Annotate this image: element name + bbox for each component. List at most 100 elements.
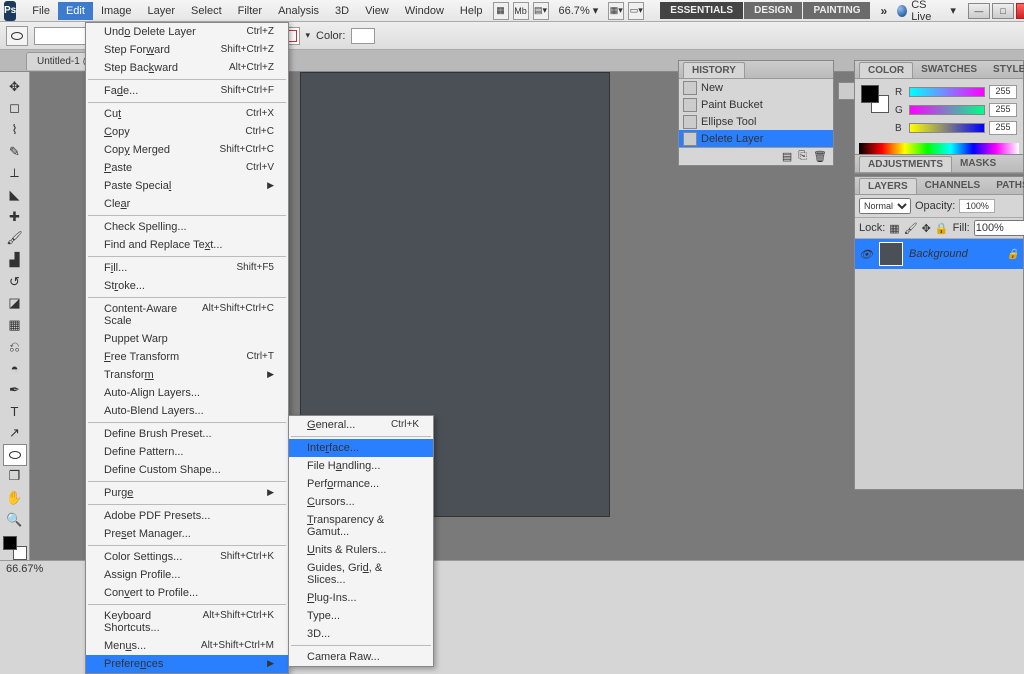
- submenu-item[interactable]: Units & Rulers...: [289, 541, 433, 559]
- zoom-level[interactable]: 66.7% ▾: [553, 4, 605, 17]
- menu-item[interactable]: Color Settings...Shift+Ctrl+K: [86, 548, 288, 566]
- tool-3d[interactable]: ❐: [3, 466, 27, 488]
- menu-file[interactable]: File: [24, 2, 58, 20]
- tab-history[interactable]: HISTORY: [683, 62, 745, 78]
- menu-layer[interactable]: Layer: [140, 2, 184, 20]
- history-item[interactable]: Paint Bucket: [679, 96, 833, 113]
- tool-stamp[interactable]: ▟: [3, 249, 27, 271]
- layer-row[interactable]: 👁 Background 🔒: [855, 239, 1023, 269]
- tab-styles[interactable]: STYLES: [985, 62, 1024, 77]
- channel-value[interactable]: 255: [989, 121, 1017, 135]
- menu-analysis[interactable]: Analysis: [270, 2, 327, 20]
- menu-window[interactable]: Window: [397, 2, 452, 20]
- menu-item[interactable]: Preset Manager...: [86, 525, 288, 543]
- tool-blur[interactable]: ⎌: [3, 336, 27, 358]
- submenu-item[interactable]: General...Ctrl+K: [289, 416, 433, 434]
- submenu-item[interactable]: Guides, Grid, & Slices...: [289, 559, 433, 589]
- menu-image[interactable]: Image: [93, 2, 140, 20]
- menu-item[interactable]: Undo Delete LayerCtrl+Z: [86, 23, 288, 41]
- submenu-item[interactable]: Cursors...: [289, 493, 433, 511]
- tool-brush[interactable]: 🖌: [3, 227, 27, 249]
- menu-item[interactable]: PasteCtrl+V: [86, 159, 288, 177]
- tool-eraser[interactable]: ◪: [3, 292, 27, 314]
- menu-item[interactable]: Keyboard Shortcuts...Alt+Shift+Ctrl+K: [86, 607, 288, 637]
- brush-preset-picker[interactable]: [34, 27, 90, 45]
- menu-item[interactable]: Paste Special▶: [86, 177, 288, 195]
- submenu-item[interactable]: Type...: [289, 607, 433, 625]
- channel-value[interactable]: 255: [989, 85, 1017, 99]
- menu-item[interactable]: Convert to Profile...: [86, 584, 288, 602]
- tool-zoom[interactable]: 🔍: [3, 509, 27, 531]
- color-swatch[interactable]: [351, 28, 375, 44]
- status-zoom[interactable]: 66.67%: [6, 563, 43, 575]
- history-item[interactable]: New: [679, 79, 833, 96]
- workspace-tab-design[interactable]: DESIGN: [744, 2, 802, 19]
- history-delete-icon[interactable]: 🗑: [813, 150, 827, 163]
- submenu-item[interactable]: 3D...: [289, 625, 433, 643]
- tool-history-brush[interactable]: ↺: [3, 271, 27, 293]
- menu-view[interactable]: View: [357, 2, 397, 20]
- menu-item[interactable]: Step BackwardAlt+Ctrl+Z: [86, 59, 288, 77]
- tool-type[interactable]: T: [3, 401, 27, 423]
- lock-transparency-icon[interactable]: ▦: [889, 222, 899, 235]
- tool-move[interactable]: ✥: [3, 76, 27, 98]
- lock-position-icon[interactable]: ✥: [922, 222, 931, 235]
- menu-item[interactable]: Assign Profile...: [86, 566, 288, 584]
- tool-path[interactable]: ↗: [3, 422, 27, 444]
- lock-pixels-icon[interactable]: 🖌: [904, 222, 918, 235]
- tab-adjustments[interactable]: ADJUSTMENTS: [859, 156, 952, 172]
- history-item[interactable]: Delete Layer: [679, 130, 833, 147]
- tool-hand[interactable]: ✋: [3, 487, 27, 509]
- visibility-icon[interactable]: 👁: [859, 247, 873, 261]
- workspace-tab-painting[interactable]: PAINTING: [803, 2, 870, 19]
- tab-swatches[interactable]: SWATCHES: [913, 62, 985, 77]
- menu-item[interactable]: Menus...Alt+Shift+Ctrl+M: [86, 637, 288, 655]
- tab-layers[interactable]: LAYERS: [859, 178, 917, 194]
- maximize-button[interactable]: □: [992, 3, 1014, 19]
- menu-edit[interactable]: Edit: [58, 2, 93, 20]
- menu-item[interactable]: Adobe PDF Presets...: [86, 507, 288, 525]
- menu-item[interactable]: Define Pattern...: [86, 443, 288, 461]
- tab-masks[interactable]: MASKS: [952, 156, 1004, 171]
- tool-eyedropper[interactable]: ◣: [3, 184, 27, 206]
- launch-bridge-icon[interactable]: ▦: [493, 2, 509, 20]
- menu-filter[interactable]: Filter: [230, 2, 270, 20]
- tab-paths[interactable]: PATHS: [988, 178, 1024, 193]
- menu-help[interactable]: Help: [452, 2, 491, 20]
- submenu-item[interactable]: File Handling...: [289, 457, 433, 475]
- tool-dodge[interactable]: ◓: [3, 357, 27, 379]
- tool-crop[interactable]: ⟂: [3, 163, 27, 185]
- submenu-item[interactable]: Camera Raw...: [289, 648, 433, 666]
- cslive-button[interactable]: CS Live ▾: [897, 0, 956, 23]
- tool-quick-select[interactable]: ✎: [3, 141, 27, 163]
- channel-slider-g[interactable]: [909, 105, 985, 115]
- history-snapshot-icon[interactable]: ▤: [782, 150, 792, 163]
- screen-mode-icon[interactable]: ▭▾: [628, 2, 644, 20]
- history-item[interactable]: Ellipse Tool: [679, 113, 833, 130]
- fill-input[interactable]: [974, 220, 1024, 236]
- opacity-input[interactable]: [959, 199, 995, 213]
- lock-all-icon[interactable]: 🔒: [935, 222, 949, 235]
- menu-select[interactable]: Select: [183, 2, 230, 20]
- tool-gradient[interactable]: ▦: [3, 314, 27, 336]
- current-tool-preset[interactable]: [6, 26, 28, 46]
- submenu-item[interactable]: Interface...: [289, 439, 433, 457]
- launch-minibridge-icon[interactable]: Mb: [513, 2, 529, 20]
- tool-pen[interactable]: ✒: [3, 379, 27, 401]
- history-new-icon[interactable]: ⎘: [798, 150, 807, 163]
- submenu-item[interactable]: Transparency & Gamut...: [289, 511, 433, 541]
- channel-slider-b[interactable]: [909, 123, 985, 133]
- foreground-background-colors[interactable]: [3, 536, 27, 560]
- channel-slider-r[interactable]: [909, 87, 985, 97]
- menu-item[interactable]: Preferences▶: [86, 655, 288, 673]
- channel-value[interactable]: 255: [989, 103, 1017, 117]
- menu-item[interactable]: Purge▶: [86, 484, 288, 502]
- tool-lasso[interactable]: ⌇: [3, 119, 27, 141]
- tool-healing[interactable]: ✚: [3, 206, 27, 228]
- close-button[interactable]: ✕: [1016, 3, 1024, 19]
- more-workspaces-icon[interactable]: »: [874, 4, 893, 18]
- submenu-item[interactable]: Plug-Ins...: [289, 589, 433, 607]
- tool-shape[interactable]: [3, 444, 27, 466]
- menu-item[interactable]: Fill...Shift+F5: [86, 259, 288, 277]
- view-extras-icon[interactable]: ▤▾: [533, 2, 549, 20]
